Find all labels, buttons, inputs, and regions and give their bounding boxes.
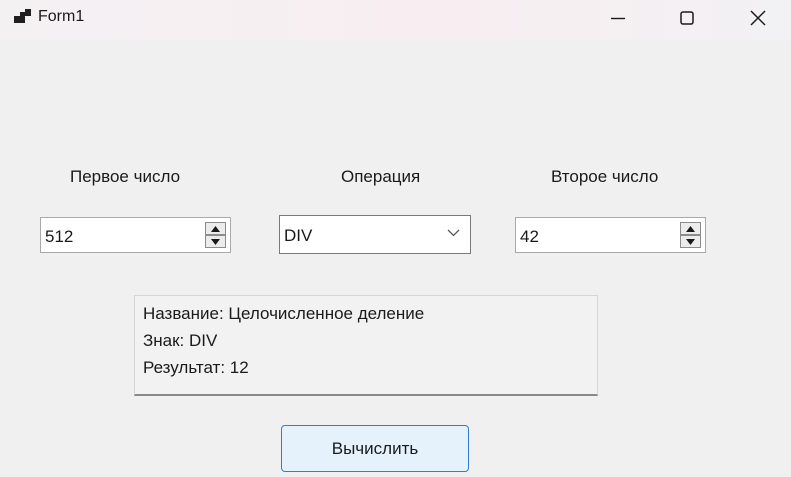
close-icon (750, 10, 766, 26)
first-number-decrement[interactable] (205, 235, 226, 248)
result-value-line: Результат: 12 (143, 358, 249, 377)
first-number-label: Первое число (70, 167, 181, 186)
close-button[interactable] (734, 0, 782, 36)
second-number-input[interactable]: 42 (515, 217, 706, 253)
minimize-icon (611, 17, 625, 20)
second-number-spinner[interactable] (680, 222, 701, 248)
spin-up-icon (686, 225, 695, 232)
second-number-decrement[interactable] (680, 235, 701, 248)
maximize-icon (680, 11, 694, 25)
spin-down-icon (211, 238, 220, 245)
second-number-increment[interactable] (680, 222, 701, 235)
maximize-button[interactable] (663, 0, 711, 36)
minimize-button[interactable] (594, 0, 642, 36)
first-number-value: 512 (45, 227, 74, 246)
title-bar: Form1 (0, 0, 791, 40)
first-number-input[interactable]: 512 (40, 217, 231, 253)
result-sign-line: Знак: DIV (143, 331, 218, 350)
first-number-spinner[interactable] (205, 222, 226, 248)
chevron-down-icon (447, 229, 460, 237)
result-name-line: Название: Целочисленное деление (143, 304, 425, 323)
result-panel: Название: Целочисленное деление Знак: DI… (134, 295, 598, 396)
app-window-icon (14, 9, 32, 27)
first-number-increment[interactable] (205, 222, 226, 235)
window-title: Form1 (38, 8, 85, 25)
operation-value: DIV (284, 226, 313, 245)
spin-up-icon (211, 225, 220, 232)
second-number-value: 42 (520, 227, 539, 246)
calculate-button[interactable]: Вычислить (281, 425, 469, 472)
operation-label: Операция (341, 167, 421, 186)
second-number-label: Второе число (551, 167, 659, 186)
spin-down-icon (686, 238, 695, 245)
operation-select[interactable]: DIV (279, 215, 471, 254)
